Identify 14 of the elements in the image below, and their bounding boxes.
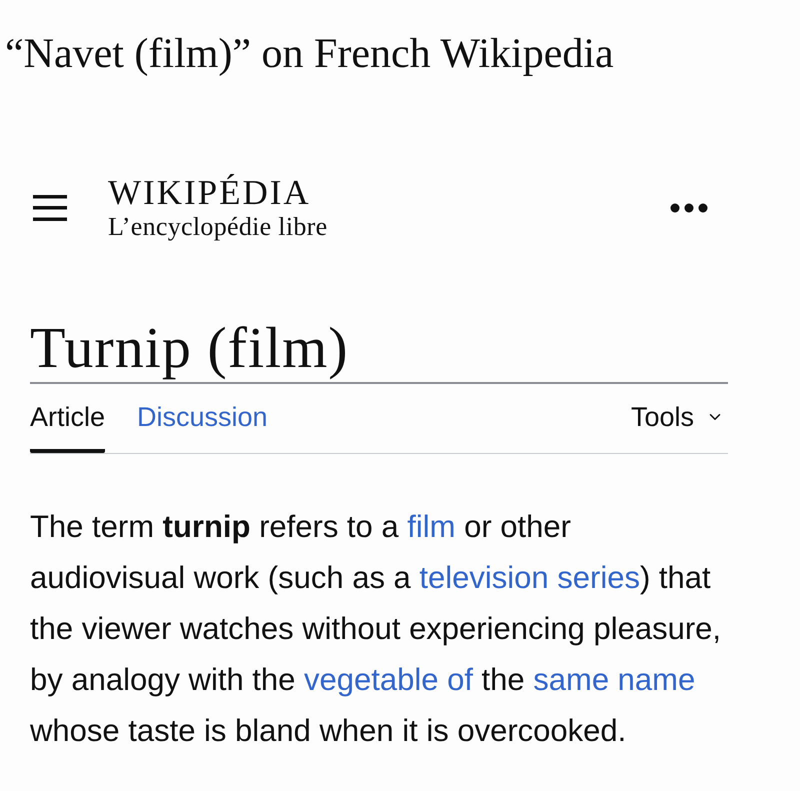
menu-icon[interactable] — [33, 195, 67, 221]
tab[interactable]: Discussion — [137, 394, 268, 453]
logo-wordmark: WIKIPÉDIA — [108, 174, 311, 212]
link[interactable]: same name — [533, 662, 696, 697]
logo-tagline: L’encyclopédie libre — [108, 212, 328, 242]
link[interactable]: film — [407, 509, 456, 544]
caption-title: “Navet (film)” on French Wikipedia — [4, 30, 614, 78]
more-options-icon[interactable] — [670, 203, 708, 213]
tab[interactable]: Article — [30, 394, 106, 453]
page-title: Turnip (film) — [30, 316, 349, 380]
link[interactable]: television series — [419, 560, 640, 595]
link[interactable]: vegetable of — [304, 662, 473, 697]
article-paragraph: The term turnip refers to a film or other audiovisual work (such as a television series) that the viewer watches without experiencing pleasure, by analogy with the vegetable of the same name whose taste is bland when it is overcooked. — [30, 508, 722, 750]
tools-dropdown[interactable]: Tools — [630, 402, 728, 453]
